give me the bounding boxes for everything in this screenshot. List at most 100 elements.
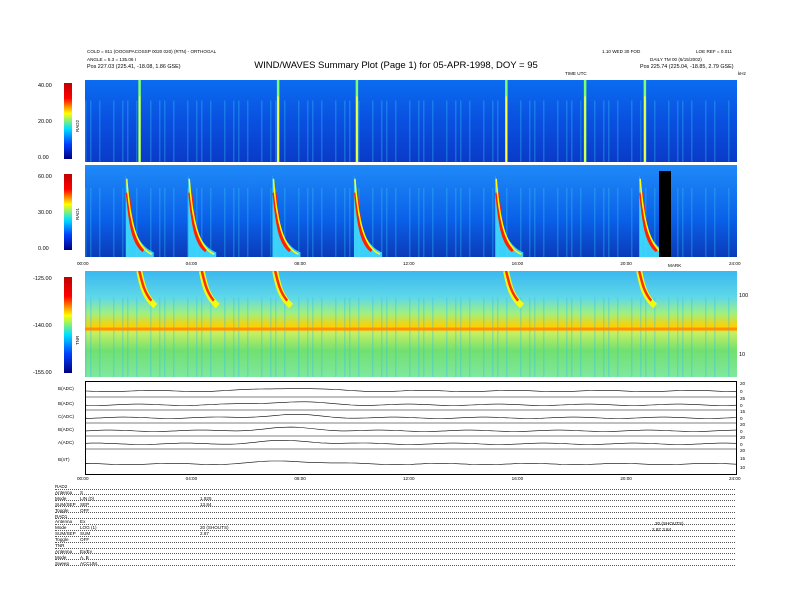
bottom-time-tick: 04:00 bbox=[185, 476, 198, 481]
rad1-spectrogram-svg bbox=[85, 165, 737, 257]
spectrogram-streak bbox=[349, 297, 351, 377]
rad1-tick-top: 60.00 bbox=[38, 174, 52, 180]
spectrogram-streak bbox=[238, 100, 240, 162]
line-series bbox=[85, 414, 737, 419]
spectrogram-streak bbox=[349, 188, 351, 257]
line-series bbox=[85, 426, 737, 432]
line-plots-svg bbox=[85, 388, 737, 465]
spectrogram-streak bbox=[386, 188, 388, 257]
spectrogram-streak bbox=[127, 100, 129, 162]
line-label: B(ADC) bbox=[58, 426, 74, 432]
line-right-tick: 20 bbox=[740, 422, 746, 427]
spectrogram-streak bbox=[728, 188, 730, 257]
line-right-tick: 15 bbox=[740, 409, 746, 414]
spectrogram-streak bbox=[173, 297, 175, 377]
spectrogram-streak bbox=[307, 100, 309, 162]
spectrogram-streak bbox=[233, 100, 235, 162]
spectrogram-streak bbox=[446, 297, 448, 377]
footer-dotted-rule bbox=[55, 512, 735, 514]
spectrogram-streak bbox=[492, 297, 494, 377]
spectrogram-streak bbox=[603, 188, 605, 257]
spectrogram-streak bbox=[150, 100, 152, 162]
spectrogram-streak bbox=[654, 297, 656, 377]
spectrogram-streak bbox=[645, 297, 647, 377]
footer-dotted-rule bbox=[55, 541, 735, 543]
page-title: WIND/WAVES Summary Plot (Page 1) for 05-… bbox=[254, 60, 538, 71]
spectrogram-streak bbox=[497, 100, 499, 162]
spectrogram-streak bbox=[691, 188, 693, 257]
spectrogram-streak bbox=[608, 100, 610, 162]
footer-dotted-rule bbox=[55, 547, 735, 549]
spectrogram-streak bbox=[631, 188, 633, 257]
spectrogram-streak bbox=[312, 297, 314, 377]
spectrogram-streak bbox=[233, 188, 235, 257]
line-right-tick: 10 bbox=[740, 464, 746, 470]
spectrogram-streak bbox=[159, 188, 161, 257]
spectrogram-streak bbox=[173, 188, 175, 257]
spectrogram-streak bbox=[99, 100, 101, 162]
spectrogram-streak bbox=[594, 100, 596, 162]
rad2-spectrogram-svg bbox=[85, 80, 737, 162]
burst-core bbox=[138, 96, 141, 162]
line-series bbox=[85, 388, 737, 392]
time-tick: 00:00 bbox=[77, 261, 89, 266]
spectrogram-streak bbox=[631, 297, 633, 377]
spectrogram-streak bbox=[372, 297, 374, 377]
spectrogram-streak bbox=[418, 188, 420, 257]
spectrogram-streak bbox=[261, 297, 263, 377]
burst-core bbox=[644, 96, 646, 162]
spectrogram-streak bbox=[196, 297, 198, 377]
rad2-tick-mid: 20.00 bbox=[38, 119, 52, 125]
spectrogram-streak bbox=[608, 188, 610, 257]
spectrogram-streak bbox=[90, 188, 92, 257]
spectrogram-streak bbox=[543, 188, 545, 257]
tnr-spectrogram-svg bbox=[85, 271, 737, 377]
spectrogram-streak bbox=[409, 188, 411, 257]
spectrogram-streak bbox=[85, 100, 87, 162]
line-right-tick: 0 bbox=[740, 415, 743, 421]
spectrogram-streak bbox=[483, 100, 485, 162]
time-tick: 20:00 bbox=[620, 261, 632, 266]
khz-label: kHz bbox=[738, 71, 746, 76]
spectrogram-streak bbox=[395, 188, 397, 257]
spectrogram-streak bbox=[122, 188, 124, 257]
spectrogram-streak bbox=[247, 100, 249, 162]
spectrogram-streak bbox=[455, 297, 457, 377]
spectrogram-streak bbox=[594, 297, 596, 377]
header-left-line1: COLD = 811 (OOOSPACOSSP 0020 020) (RTN) … bbox=[87, 49, 217, 54]
spectrogram-streak bbox=[150, 188, 152, 257]
spectrogram-streak bbox=[85, 188, 87, 257]
spectrogram-streak bbox=[270, 297, 272, 377]
spectrogram-streak bbox=[418, 297, 420, 377]
line-right-tick: 20 bbox=[740, 448, 746, 453]
spectrogram-streak bbox=[432, 188, 434, 257]
spectrogram-streak bbox=[460, 188, 462, 257]
spectrogram-streak bbox=[238, 188, 240, 257]
footer-dotted-rule bbox=[55, 523, 735, 525]
spectrogram-streak bbox=[580, 188, 582, 257]
rad2-axis-label: RAD2 bbox=[75, 119, 80, 132]
spectrogram-streak bbox=[312, 188, 314, 257]
footer-dotted-rule bbox=[55, 500, 735, 502]
spectrogram-streak bbox=[381, 100, 383, 162]
spectrogram-streak bbox=[122, 297, 124, 377]
spectrogram-streak bbox=[446, 188, 448, 257]
line-label: C(ADC) bbox=[58, 413, 75, 419]
time-tick: 08:00 bbox=[294, 261, 306, 266]
spectrogram-streak bbox=[529, 100, 531, 162]
spectrogram-streak bbox=[113, 188, 115, 257]
spectrogram-streak bbox=[270, 188, 272, 257]
spectrogram-streak bbox=[136, 100, 138, 162]
spectrogram-streak bbox=[557, 100, 559, 162]
spectrogram-streak bbox=[321, 297, 323, 377]
tnr-right-tick-100: 100 bbox=[739, 293, 749, 299]
spectrogram-streak bbox=[210, 297, 212, 377]
footer-dotted-rule bbox=[55, 565, 735, 567]
spectrogram-streak bbox=[520, 188, 522, 257]
line-right-tick: 0 bbox=[740, 388, 743, 394]
spectrogram-streak bbox=[298, 188, 300, 257]
spectrogram-streak bbox=[201, 297, 203, 377]
spectrogram-streak bbox=[640, 297, 642, 377]
marker-label: MARK bbox=[668, 263, 682, 268]
line-series bbox=[85, 440, 737, 445]
